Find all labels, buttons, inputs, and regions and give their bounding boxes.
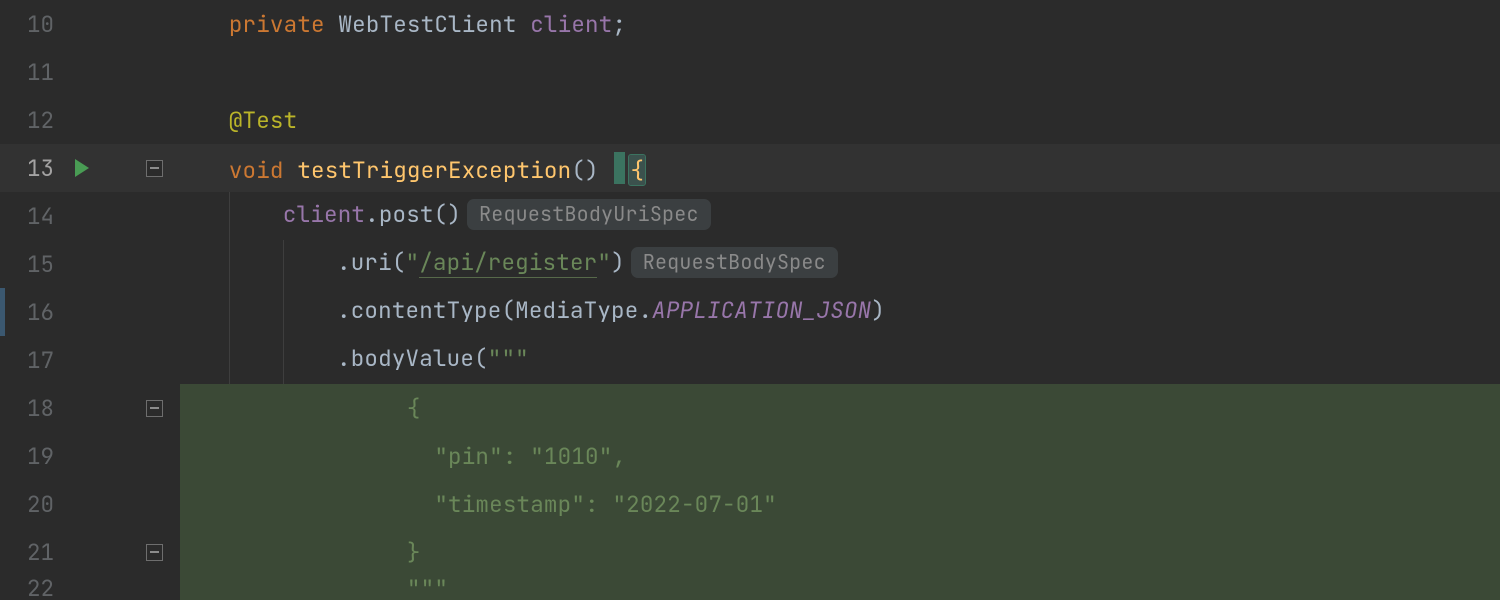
line-number: 22 [0,576,64,600]
code-content[interactable]: .contentType(MediaType.APPLICATION_JSON) [172,288,1500,336]
inlay-hint: RequestBodySpec [631,247,838,278]
code-content[interactable]: .bodyValue(""" [172,336,1500,384]
line-number: 15 [0,249,64,279]
code-editor[interactable]: 10 private WebTestClient client; 11 12 @… [0,0,1500,600]
method-call: post [379,199,434,229]
code-line[interactable]: 21 } [0,528,1500,576]
line-number: 17 [0,345,64,375]
code-line[interactable]: 20 "timestamp": "2022-07-01" [0,480,1500,528]
caret [614,152,625,184]
annotation: @Test [229,105,298,135]
json-key: "pin" [434,441,503,471]
code-line[interactable]: 11 [0,48,1500,96]
method-call: contentType [351,295,502,325]
semicolon: ; [612,9,626,39]
code-content[interactable]: void testTriggerException() { [172,152,1500,185]
string-literal: """ [407,576,448,600]
line-number: 11 [0,57,64,87]
code-line[interactable]: 16 .contentType(MediaType.APPLICATION_JS… [0,288,1500,336]
code-content[interactable]: } [172,537,1500,567]
type-ref: WebTestClient [338,9,516,39]
line-number: 21 [0,537,64,567]
code-content[interactable]: """ [172,576,1500,600]
line-number: 19 [0,441,64,471]
vcs-marker [0,288,5,336]
collapse-icon [146,544,163,561]
string-url: /api/register [419,247,597,278]
line-number: 10 [0,9,64,39]
code-content[interactable]: .uri("/api/register")RequestBodySpec [172,240,1500,288]
code-line[interactable]: 18 { [0,384,1500,432]
fold-toggle[interactable] [136,544,172,561]
code-line[interactable]: 10 private WebTestClient client; [0,0,1500,48]
play-icon [75,159,89,177]
json-value: "2022-07-01" [612,489,776,519]
string-literal: } [407,537,421,567]
field-name: client [530,9,612,39]
line-number: 20 [0,489,64,519]
line-number: 16 [0,297,64,327]
keyword: private [229,9,325,39]
string-literal: { [407,393,421,423]
brace: { [629,155,645,185]
static-field: APPLICATION_JSON [652,295,871,325]
method-call: bodyValue [351,343,474,373]
string-literal: """ [488,343,529,373]
keyword: void [229,155,284,185]
method-call: uri [351,247,392,277]
code-content[interactable]: private WebTestClient client; [172,9,1500,39]
json-key: "timestamp" [434,489,585,519]
line-number: 12 [0,105,64,135]
fold-toggle[interactable] [136,160,172,177]
code-line[interactable]: 12 @Test [0,96,1500,144]
code-line[interactable]: 14 client.post()RequestBodyUriSpec [0,192,1500,240]
collapse-icon [146,160,163,177]
inlay-hint: RequestBodyUriSpec [467,199,711,230]
line-number: 14 [0,201,64,231]
code-content[interactable]: "timestamp": "2022-07-01" [172,489,1500,519]
code-content[interactable]: { [172,393,1500,423]
code-line[interactable]: 15 .uri("/api/register")RequestBodySpec [0,240,1500,288]
fold-toggle[interactable] [136,400,172,417]
method-name: testTriggerException [297,155,571,185]
code-line[interactable]: 22 """ [0,576,1500,600]
collapse-icon [146,400,163,417]
field-ref: client [283,199,365,229]
code-line-current[interactable]: 13 void testTriggerException() { [0,144,1500,192]
code-content[interactable]: client.post()RequestBodyUriSpec [172,192,1500,240]
code-content[interactable]: @Test [172,105,1500,135]
line-number: 18 [0,393,64,423]
json-value: "1010" [530,441,612,471]
line-number: 13 [0,153,64,183]
code-content[interactable]: "pin": "1010", [172,441,1500,471]
type-ref: MediaType [515,295,638,325]
code-line[interactable]: 19 "pin": "1010", [0,432,1500,480]
run-test-button[interactable] [64,159,100,177]
code-line[interactable]: 17 .bodyValue(""" [0,336,1500,384]
